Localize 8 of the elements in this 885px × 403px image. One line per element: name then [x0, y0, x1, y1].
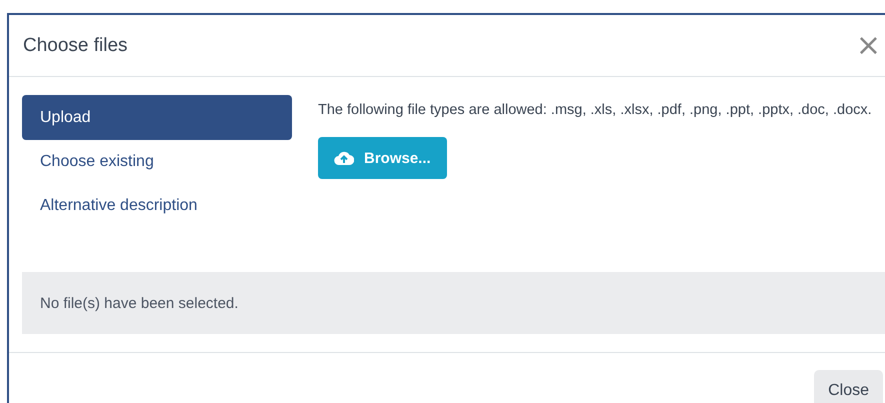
- allowed-types-text: The following file types are allowed: .msg, .xls, .xlsx, .pdf, .png, .ppt, .pptx, .doc, .docx.: [318, 101, 873, 120]
- dialog-title: Choose files: [23, 34, 128, 56]
- tab[interactable]: Choose existing: [22, 140, 292, 184]
- tab[interactable]: Upload: [22, 95, 292, 140]
- cloud-upload-icon: [334, 150, 354, 166]
- tab[interactable]: Alternative description: [22, 184, 292, 228]
- close-button[interactable]: Close: [814, 370, 883, 403]
- status-text: No file(s) have been selected.: [40, 294, 238, 312]
